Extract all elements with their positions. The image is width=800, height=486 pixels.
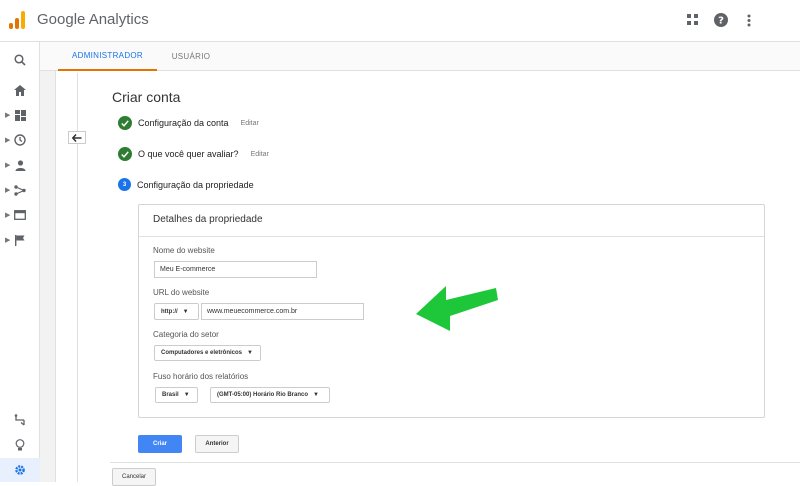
- brand-name: Google Analytics: [37, 11, 149, 28]
- chevron-down-icon: ▼: [313, 392, 319, 398]
- step-number: 3: [118, 178, 131, 191]
- sidebar: ▶ ▶ ▶ ▶ ▶ ▶: [0, 42, 40, 482]
- acquisition-icon: [14, 184, 26, 196]
- tab-administrador[interactable]: ADMINISTRADOR: [58, 42, 157, 71]
- sidebar-item-conversions[interactable]: ▶: [0, 228, 40, 252]
- edit-link[interactable]: Editar: [251, 151, 269, 158]
- caret-right-icon: ▶: [5, 237, 11, 244]
- category-value: Computadores e eletrônicos: [161, 350, 243, 356]
- step-account-config: Configuração da conta Editar: [118, 116, 259, 130]
- category-label: Categoria do setor: [153, 330, 219, 339]
- step-property-config: 3 Configuração da propriedade: [118, 178, 254, 191]
- sidebar-item-acquisition[interactable]: ▶: [0, 178, 40, 202]
- timezone-dropdown[interactable]: (GMT-05:00) Horário Rio Branco ▼: [210, 387, 330, 403]
- lightbulb-icon[interactable]: [0, 433, 40, 457]
- website-name-label: Nome do website: [153, 246, 215, 255]
- country-value: Brasil: [162, 392, 179, 398]
- website-url-input[interactable]: www.meuecommerce.com.br: [201, 303, 364, 320]
- behavior-icon: [14, 210, 26, 220]
- more-vert-icon[interactable]: [741, 12, 757, 28]
- create-button[interactable]: Criar: [138, 435, 182, 453]
- green-annotation-arrow: [416, 286, 498, 331]
- bottom-divider: [110, 462, 800, 463]
- check-icon: [118, 147, 132, 161]
- caret-right-icon: ▶: [5, 137, 11, 144]
- card-title: Detalhes da propriedade: [153, 214, 263, 225]
- caret-right-icon: ▶: [5, 112, 11, 119]
- dashboard-icon: [14, 109, 26, 121]
- check-icon: [118, 116, 132, 130]
- analytics-logo[interactable]: [9, 11, 26, 29]
- edit-link[interactable]: Editar: [241, 120, 259, 127]
- sidebar-item-realtime[interactable]: ▶: [0, 128, 40, 152]
- step-title: Configuração da conta: [138, 118, 229, 128]
- person-icon: [15, 159, 25, 171]
- tab-usuario[interactable]: USUÁRIO: [164, 42, 218, 71]
- step-title: Configuração da propriedade: [137, 179, 254, 190]
- flag-icon: [15, 234, 25, 246]
- sidebar-item-audience[interactable]: ▶: [0, 153, 40, 177]
- chevron-down-icon: ▼: [247, 350, 253, 356]
- admin-gear-icon[interactable]: [0, 458, 40, 482]
- caret-right-icon: ▶: [5, 187, 11, 194]
- top-bar: Google Analytics ?: [0, 0, 800, 42]
- apps-grid-icon[interactable]: [685, 12, 701, 28]
- search-icon[interactable]: [0, 48, 40, 72]
- attribution-icon[interactable]: [0, 408, 40, 432]
- protocol-dropdown[interactable]: http:// ▼: [154, 303, 199, 320]
- previous-button[interactable]: Anterior: [195, 435, 239, 453]
- chevron-down-icon: ▼: [182, 308, 189, 315]
- sidebar-item-behavior[interactable]: ▶: [0, 203, 40, 227]
- cancel-button[interactable]: Cancelar: [112, 468, 156, 486]
- caret-right-icon: ▶: [5, 212, 11, 219]
- step-title: O que você quer avaliar?: [138, 149, 239, 159]
- clock-icon: [14, 134, 26, 146]
- home-icon[interactable]: [0, 78, 40, 102]
- card-header: Detalhes da propriedade: [139, 205, 764, 237]
- back-arrow-icon: [72, 133, 82, 142]
- chevron-down-icon: ▼: [183, 392, 190, 398]
- timezone-value: (GMT-05:00) Horário Rio Branco: [217, 392, 309, 398]
- country-dropdown[interactable]: Brasil ▼: [155, 387, 198, 403]
- protocol-value: http://: [161, 308, 178, 315]
- svg-text:?: ?: [718, 16, 724, 27]
- page-title: Criar conta: [112, 89, 181, 105]
- caret-right-icon: ▶: [5, 162, 11, 169]
- step-measure: O que você quer avaliar? Editar: [118, 147, 269, 161]
- admin-tabs-bar: ADMINISTRADOR USUÁRIO: [40, 42, 800, 71]
- sidebar-item-customization[interactable]: ▶: [0, 103, 40, 127]
- help-icon[interactable]: ?: [713, 12, 729, 28]
- timezone-label: Fuso horário dos relatórios: [153, 372, 249, 381]
- category-dropdown[interactable]: Computadores e eletrônicos ▼: [154, 345, 261, 361]
- website-name-input[interactable]: Meu E-commerce: [154, 261, 317, 278]
- back-arrow-button[interactable]: [68, 131, 86, 144]
- website-url-label: URL do website: [153, 288, 210, 297]
